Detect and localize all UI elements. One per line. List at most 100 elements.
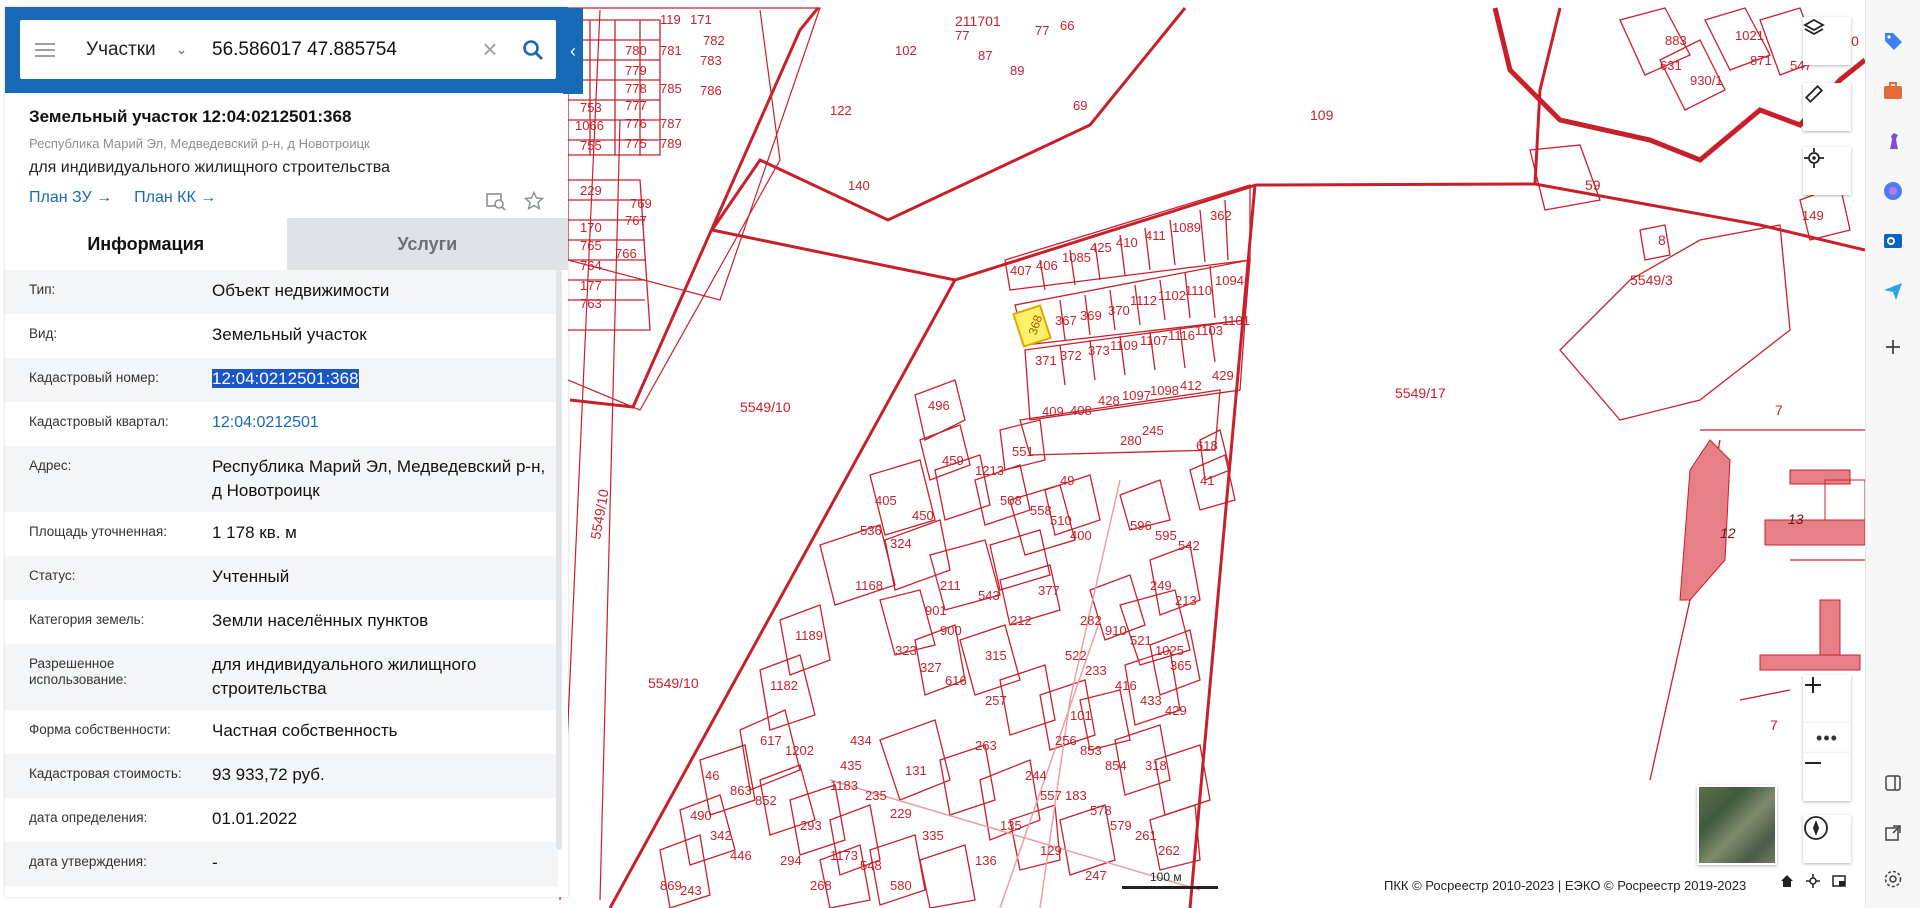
collapse-panel-button[interactable]: ‹	[563, 8, 583, 94]
svg-text:371: 371	[1035, 353, 1057, 368]
svg-text:785: 785	[660, 81, 682, 96]
svg-text:405: 405	[875, 493, 897, 508]
svg-text:256: 256	[1055, 733, 1077, 748]
svg-text:372: 372	[1060, 348, 1082, 363]
app-root: 407 406 1085 425 410 411 1089 362 367 369 370 1…	[0, 0, 1920, 908]
svg-text:373: 373	[1088, 343, 1110, 358]
svg-text:490: 490	[690, 808, 712, 823]
svg-text:1173: 1173	[830, 848, 858, 863]
search-input[interactable]	[200, 20, 470, 79]
external-link-icon[interactable]	[1880, 820, 1906, 846]
svg-text:853: 853	[1080, 743, 1102, 758]
svg-text:763: 763	[580, 296, 602, 311]
search-button[interactable]	[510, 20, 556, 79]
tab-info[interactable]: Информация	[5, 218, 287, 270]
svg-text:5549/10: 5549/10	[587, 488, 612, 541]
svg-text:548: 548	[860, 858, 882, 873]
cadastral-number-selected[interactable]: 12:04:0212501:368	[212, 369, 359, 388]
tab-services[interactable]: Услуги	[286, 218, 568, 270]
svg-text:247: 247	[1085, 868, 1107, 883]
chevron-down-icon: ⌄	[175, 41, 188, 57]
favorite-button[interactable]	[522, 189, 546, 213]
svg-text:212: 212	[1010, 613, 1032, 628]
svg-text:557: 557	[1040, 788, 1062, 803]
svg-text:1168: 1168	[855, 578, 883, 593]
svg-text:12: 12	[1720, 525, 1736, 541]
minimap-icon[interactable]	[1832, 874, 1850, 892]
svg-text:1089: 1089	[1172, 220, 1201, 235]
settings-gear-icon[interactable]	[1880, 866, 1906, 892]
cadastral-quarter-link[interactable]: 12:04:0212501	[212, 411, 558, 437]
svg-text:595: 595	[1155, 528, 1177, 543]
info-value[interactable]: 12:04:0212501:368	[212, 367, 558, 393]
compass-button[interactable]	[1803, 815, 1851, 863]
zoom-to-object-button[interactable]	[484, 189, 508, 213]
add-icon[interactable]	[1880, 334, 1906, 360]
send-icon[interactable]	[1880, 278, 1906, 304]
svg-text:213: 213	[1175, 593, 1197, 608]
svg-text:245: 245	[1142, 423, 1164, 438]
basemap-switcher[interactable]	[1697, 785, 1777, 865]
info-key: Вид:	[29, 326, 58, 341]
svg-text:753: 753	[580, 100, 602, 115]
svg-text:318: 318	[1145, 758, 1167, 773]
tag-icon[interactable]	[1880, 28, 1906, 54]
svg-text:869: 869	[660, 878, 682, 893]
svg-text:135: 135	[1000, 818, 1022, 833]
svg-text:410: 410	[1116, 235, 1138, 250]
locate-button[interactable]	[1803, 147, 1851, 195]
measure-button[interactable]	[1803, 83, 1851, 131]
crosshair-small-icon[interactable]	[1806, 874, 1824, 892]
svg-text:369: 369	[1080, 308, 1102, 323]
info-value: Республика Марий Эл, Медведевский р-н, д…	[212, 457, 546, 500]
zoom-more-button[interactable]: •••	[1803, 723, 1851, 753]
svg-text:429: 429	[1212, 368, 1234, 383]
info-value: Частная собственность	[212, 721, 398, 740]
search-icon	[523, 39, 543, 60]
svg-text:13: 13	[1788, 511, 1804, 527]
svg-text:450: 450	[912, 508, 934, 523]
sidebar-toggle-icon[interactable]	[1880, 770, 1906, 796]
svg-text:596: 596	[1130, 518, 1152, 533]
home-icon[interactable]	[1780, 874, 1798, 892]
svg-text:883: 883	[1665, 33, 1687, 48]
svg-text:1025: 1025	[1155, 643, 1184, 658]
layer-select[interactable]: Участки ⌄	[70, 20, 200, 79]
search-header: Участки ⌄ ×	[5, 7, 568, 93]
svg-text:244: 244	[1025, 768, 1047, 783]
svg-text:871: 871	[1750, 53, 1772, 68]
briefcase-icon[interactable]	[1880, 78, 1906, 104]
chess-icon[interactable]	[1880, 128, 1906, 154]
svg-text:435: 435	[840, 758, 862, 773]
info-value: Земельный участок	[212, 325, 367, 344]
outlook-icon[interactable]	[1880, 228, 1906, 254]
svg-text:406: 406	[1036, 258, 1058, 273]
svg-text:5549/17: 5549/17	[1395, 385, 1446, 401]
layers-button[interactable]	[1803, 17, 1851, 65]
svg-text:578: 578	[1090, 803, 1112, 818]
svg-text:521: 521	[1130, 633, 1152, 648]
info-row-kind: Вид: Земельный участок	[5, 314, 558, 358]
zoom-out-button[interactable]	[1803, 753, 1851, 801]
svg-text:755: 755	[580, 138, 602, 153]
panel-scrollbar[interactable]	[556, 270, 562, 850]
svg-text:776: 776	[625, 116, 647, 131]
minus-icon	[1805, 762, 1821, 764]
svg-text:551: 551	[1012, 444, 1034, 459]
svg-text:510: 510	[1050, 513, 1072, 528]
plan-zu-link[interactable]: План ЗУ →	[29, 189, 112, 207]
svg-text:183: 183	[1065, 788, 1087, 803]
svg-text:1116: 1116	[1168, 328, 1195, 343]
info-value: 01.01.2022	[212, 809, 298, 828]
zoom-in-button[interactable]	[1803, 675, 1851, 723]
svg-text:536: 536	[860, 523, 882, 538]
svg-text:1102: 1102	[1158, 288, 1186, 303]
info-key: Кадастровая стоимость:	[29, 766, 182, 781]
object-header: Земельный участок 12:04:0212501:368 Респ…	[5, 93, 568, 223]
menu-button[interactable]	[20, 20, 70, 79]
clear-search-button[interactable]: ×	[470, 34, 510, 65]
plan-kk-link[interactable]: План КК →	[134, 189, 216, 207]
svg-text:233: 233	[1085, 663, 1107, 678]
copilot-icon[interactable]	[1880, 178, 1906, 204]
svg-text:87: 87	[978, 48, 992, 63]
